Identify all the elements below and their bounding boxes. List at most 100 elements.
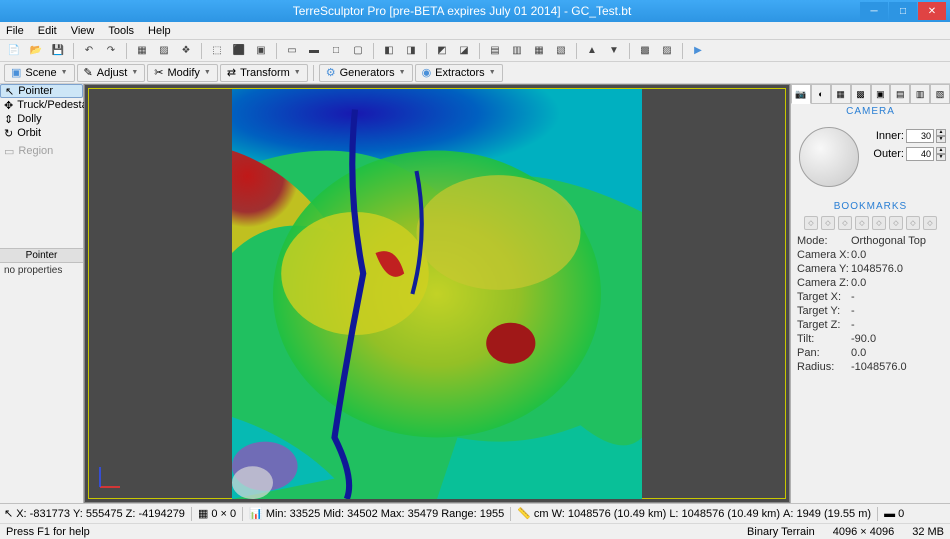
status-bar: ↖ X: -831773 Y: 555475 Z: -4194279 ▦ 0 ×… [0,503,950,523]
extractors-dropdown[interactable]: ◉ Extractors ▼ [415,64,503,82]
terrain-dimensions: 4096 × 4096 [833,526,894,538]
tool-icon[interactable]: ▩ [635,42,655,60]
tool-icon[interactable]: ▧ [551,42,571,60]
tab-camera[interactable]: 📷 [791,84,811,104]
tool-icon[interactable]: ▥ [507,42,527,60]
grid-icon: ▦ [198,507,208,520]
title-bar: TerreSculptor Pro [pre-BETA expires July… [0,0,950,22]
viewport[interactable] [84,84,790,503]
menu-help[interactable]: Help [148,25,171,37]
tool-icon[interactable]: ◩ [432,42,452,60]
transform-dropdown[interactable]: ⇄ Transform ▼ [220,64,308,82]
menu-edit[interactable]: Edit [38,25,57,37]
tab-4[interactable]: ▩ [851,84,871,104]
tool-icon[interactable]: ▨ [154,42,174,60]
adjust-icon: ✎ [84,66,93,79]
terrain-type: Binary Terrain [747,526,815,538]
pan-value: 0.0 [851,347,866,359]
tool-icon[interactable]: ▲ [582,42,602,60]
bookmark-icon[interactable]: ◇ [906,216,920,230]
tool-icon[interactable]: ⬚ [207,42,227,60]
tab-2[interactable]: ◐ [811,84,831,104]
bookmark-icon[interactable]: ◇ [872,216,886,230]
status-w: W: 1048576 (10.49 km) [552,508,667,520]
tool-pointer[interactable]: ↖ Pointer [0,84,83,98]
tool-icon[interactable]: ◪ [454,42,474,60]
inner-spinbox[interactable] [906,129,934,143]
outer-spinbox[interactable] [906,147,934,161]
menu-tools[interactable]: Tools [108,25,134,37]
ty-label: Target Y: [797,305,851,317]
tool-icon[interactable]: ◨ [401,42,421,60]
tool-dolly[interactable]: ⇕ Dolly [0,112,83,126]
generators-icon: ⚙ [326,66,336,79]
ty-value: - [851,305,855,317]
tab-8[interactable]: ▧ [930,84,950,104]
adjust-dropdown[interactable]: ✎ Adjust ▼ [77,64,146,82]
camy-label: Camera Y: [797,263,851,275]
tab-5[interactable]: ▣ [871,84,891,104]
modify-dropdown[interactable]: ✂ Modify ▼ [147,64,218,82]
bookmark-icon[interactable]: ◇ [889,216,903,230]
tilt-value: -90.0 [851,333,876,345]
right-panel-tabs: 📷 ◐ ▦ ▩ ▣ ▤ ▥ ▧ [791,84,950,104]
tool-icon[interactable]: ▣ [251,42,271,60]
camy-value: 1048576.0 [851,263,903,275]
close-button[interactable]: ✕ [918,2,946,20]
new-icon[interactable]: 📄 [4,42,24,60]
tilt-label: Tilt: [797,333,851,345]
caret-down-icon: ▼ [204,69,211,76]
tool-icon[interactable]: ▼ [604,42,624,60]
generators-dropdown[interactable]: ⚙ Generators ▼ [319,64,413,82]
window-title: TerreSculptor Pro [pre-BETA expires July… [64,4,860,18]
bookmark-icon[interactable]: ◇ [821,216,835,230]
tool-icon[interactable]: ▦ [529,42,549,60]
undo-icon[interactable]: ↶ [79,42,99,60]
separator [426,43,427,59]
tool-icon[interactable]: ▢ [348,42,368,60]
tab-6[interactable]: ▤ [890,84,910,104]
play-icon[interactable]: ▶ [688,42,708,60]
main-toolbar: 📄 📂 💾 ↶ ↷ ▦ ▨ ❖ ⬚ ⬛ ▣ ▭ ▬ □ ▢ ◧ ◨ ◩ ◪ ▤ … [0,40,950,62]
status-y: Y: 555475 [73,508,123,520]
caret-down-icon: ▼ [399,69,406,76]
tool-region: ▭ Region [0,144,83,158]
spin-down-icon[interactable]: ▼ [936,136,946,143]
save-icon[interactable]: 💾 [48,42,68,60]
camera-trackball[interactable] [799,127,859,187]
tool-icon[interactable]: ⬛ [229,42,249,60]
separator [682,43,683,59]
bookmarks-section-header: BOOKMARKS [791,199,950,214]
tool-icon[interactable]: ▤ [485,42,505,60]
tool-truck-pedestal[interactable]: ✥ Truck/Pedestal [0,98,83,112]
separator [576,43,577,59]
bookmark-icon[interactable]: ◇ [838,216,852,230]
redo-icon[interactable]: ↷ [101,42,121,60]
scene-dropdown[interactable]: ▣ Scene ▼ [4,64,75,82]
region-icon: ▭ [4,145,14,158]
tab-7[interactable]: ▥ [910,84,930,104]
open-icon[interactable]: 📂 [26,42,46,60]
menu-view[interactable]: View [71,25,95,37]
tool-icon[interactable]: ▨ [657,42,677,60]
menu-file[interactable]: File [6,25,24,37]
tool-icon[interactable]: ▭ [282,42,302,60]
tab-3[interactable]: ▦ [831,84,851,104]
tool-orbit[interactable]: ↻ Orbit [0,126,83,140]
truck-icon: ✥ [4,99,13,112]
spin-down-icon[interactable]: ▼ [936,154,946,161]
tool-icon[interactable]: □ [326,42,346,60]
spin-up-icon[interactable]: ▲ [936,129,946,136]
tool-icon[interactable]: ❖ [176,42,196,60]
maximize-button[interactable]: □ [889,2,917,20]
tool-icon[interactable]: ◧ [379,42,399,60]
spin-up-icon[interactable]: ▲ [936,147,946,154]
bookmark-icon[interactable]: ◇ [804,216,818,230]
bookmark-icon[interactable]: ◇ [923,216,937,230]
bookmark-icon[interactable]: ◇ [855,216,869,230]
camera-info-list: Mode:Orthogonal Top Camera X:0.0 Camera … [791,232,950,376]
minimize-button[interactable]: ─ [860,2,888,20]
tool-icon[interactable]: ▦ [132,42,152,60]
tool-icon[interactable]: ▬ [304,42,324,60]
properties-text: no properties [0,263,83,278]
